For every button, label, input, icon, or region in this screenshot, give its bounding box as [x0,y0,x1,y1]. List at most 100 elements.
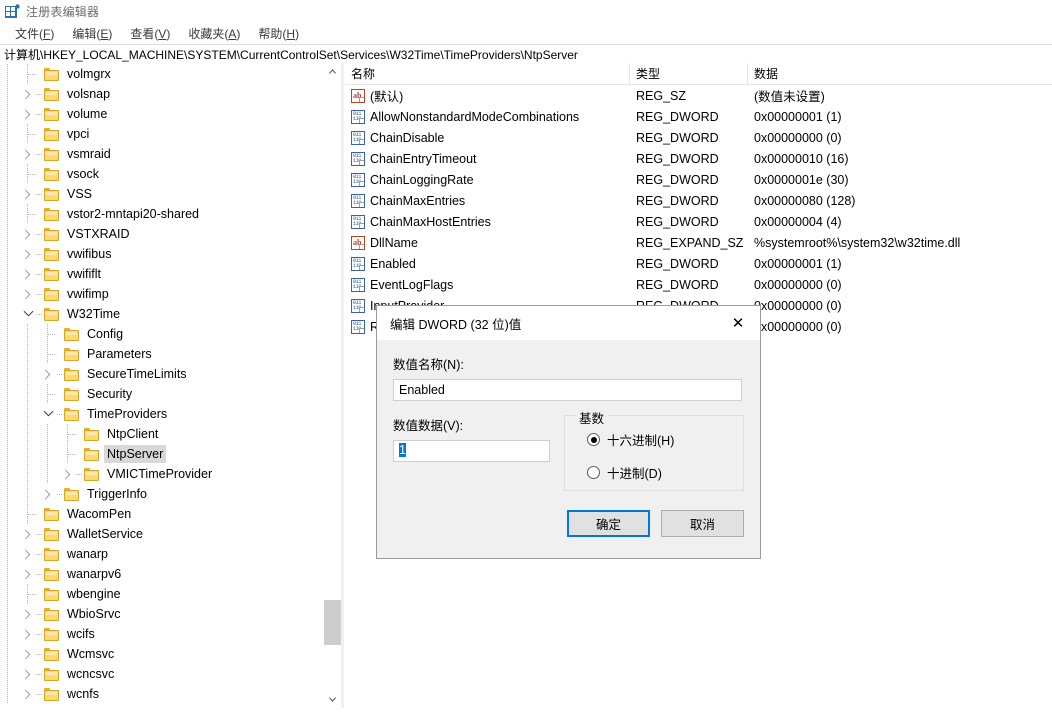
chevron-right-icon[interactable] [20,526,36,542]
tree-item-security[interactable]: Security [0,384,341,404]
tree-item-wcncsvc[interactable]: wcncsvc [0,664,341,684]
chevron-right-icon[interactable] [20,666,36,682]
tree-item-vwifibus[interactable]: vwifibus [0,244,341,264]
chevron-down-icon[interactable] [40,406,56,422]
scroll-up-arrow[interactable] [324,63,341,80]
chevron-right-icon[interactable] [20,106,36,122]
table-row[interactable]: 011 110 Enabled REG_DWORD 0x00000001 (1) [345,253,1052,274]
tree-item-ntpserver[interactable]: NtpServer [0,444,341,464]
pane-splitter[interactable] [341,63,344,708]
tree-vertical-scrollbar[interactable] [323,63,341,708]
menu-favorites[interactable]: 收藏夹(A) [179,23,249,44]
address-bar[interactable]: 计算机\HKEY_LOCAL_MACHINE\SYSTEM\CurrentCon… [0,44,1052,64]
chevron-right-icon[interactable] [20,146,36,162]
chevron-right-icon[interactable] [20,226,36,242]
tree-item-wanarp[interactable]: wanarp [0,544,341,564]
tree-item-volsnap[interactable]: volsnap [0,84,341,104]
table-row[interactable]: 011 110 ChainLoggingRate REG_DWORD 0x0000001… [345,169,1052,190]
chevron-right-icon[interactable] [20,266,36,282]
tree-item-vstor2-mntapi20-shared[interactable]: vstor2-mntapi20-shared [0,204,341,224]
registry-tree[interactable]: volmgrx volsnap volume vpci vsmraid vsock VSS v… [0,63,341,704]
tree-item-walletservice[interactable]: WalletService [0,524,341,544]
tree-item-wcnfs[interactable]: wcnfs [0,684,341,704]
chevron-right-icon[interactable] [20,86,36,102]
chevron-down-icon[interactable] [20,306,36,322]
tree-item-wcmsvc[interactable]: Wcmsvc [0,644,341,664]
scroll-down-arrow[interactable] [324,691,341,708]
tree-item-wbengine[interactable]: wbengine [0,584,341,604]
folder-icon [44,187,60,201]
tree-item-label: vsock [67,167,99,181]
tree-item-timeproviders[interactable]: TimeProviders [0,404,341,424]
value-data-input[interactable]: 1 [393,440,550,462]
tree-item-ntpclient[interactable]: NtpClient [0,424,341,444]
menu-help[interactable]: 帮助(H) [249,23,308,44]
table-row[interactable]: 011 110 ChainMaxEntries REG_DWORD 0x00000080… [345,190,1052,211]
table-row[interactable]: ab (默认) REG_SZ (数值未设置) [345,85,1052,106]
tree-item-vwififlt[interactable]: vwififlt [0,264,341,284]
tree-item-vsmraid[interactable]: vsmraid [0,144,341,164]
ok-button[interactable]: 确定 [567,510,650,537]
tree-item-vmictimeprovider[interactable]: VMICTimeProvider [0,464,341,484]
table-row[interactable]: 011 110 ChainMaxHostEntries REG_DWORD 0x0000… [345,211,1052,232]
chevron-right-icon[interactable] [20,646,36,662]
folder-icon [44,547,60,561]
tree-item-vstxraid[interactable]: VSTXRAID [0,224,341,244]
tree-item-wacompen[interactable]: WacomPen [0,504,341,524]
radio-hexadecimal[interactable]: 十六进制(H) [587,430,743,449]
close-icon[interactable]: ✕ [716,307,760,339]
table-row[interactable]: 011 110 ChainDisable REG_DWORD 0x00000000 (0… [345,127,1052,148]
chevron-right-icon[interactable] [40,486,56,502]
chevron-right-icon[interactable] [20,606,36,622]
tree-item-w32time[interactable]: W32Time [0,304,341,324]
tree-item-vss[interactable]: VSS [0,184,341,204]
menu-edit[interactable]: 编辑(E) [63,23,121,44]
tree-elbow [56,364,64,384]
chevron-right-icon[interactable] [20,286,36,302]
tree-vsb-track[interactable] [324,80,341,691]
cancel-button[interactable]: 取消 [661,510,744,537]
chevron-right-icon[interactable] [20,186,36,202]
value-name-cell: 011 110 ChainLoggingRate [345,172,630,187]
tree-item-securetimelimits[interactable]: SecureTimeLimits [0,364,341,384]
tree-item-vwifimp[interactable]: vwifimp [0,284,341,304]
tree-item-volmgrx[interactable]: volmgrx [0,64,341,84]
table-row[interactable]: ab DllName REG_EXPAND_SZ %systemroot%\syste… [345,232,1052,253]
table-row[interactable]: 011 110 ChainEntryTimeout REG_DWORD 0x000000… [345,148,1052,169]
chevron-right-icon[interactable] [20,566,36,582]
tree-item-config[interactable]: Config [0,324,341,344]
chevron-right-icon[interactable] [20,626,36,642]
tree-item-wanarpv6[interactable]: wanarpv6 [0,564,341,584]
column-header-name[interactable]: 名称 [345,63,630,84]
menu-file[interactable]: 文件(F) [6,23,63,44]
chevron-right-icon[interactable] [20,546,36,562]
chevron-right-icon[interactable] [20,246,36,262]
radio-decimal[interactable]: 十进制(D) [587,463,743,482]
folder-icon [64,487,80,501]
value-name-input[interactable] [393,379,742,401]
registry-tree-pane[interactable]: volmgrx volsnap volume vpci vsmraid vsock VSS v… [0,63,341,708]
tree-item-parameters[interactable]: Parameters [0,344,341,364]
tree-vsb-thumb[interactable] [324,600,341,645]
column-header-type[interactable]: 类型 [630,63,748,84]
column-header-data[interactable]: 数据 [748,63,1052,84]
tree-item-label: TimeProviders [87,407,168,421]
tree-item-vsock[interactable]: vsock [0,164,341,184]
chevron-right-icon[interactable] [60,466,76,482]
string-value-icon: ab [351,235,365,250]
chevron-right-icon[interactable] [20,686,36,702]
tree-item-volume[interactable]: volume [0,104,341,124]
tree-item-wbiosrvc[interactable]: WbioSrvc [0,604,341,624]
tree-item-wcifs[interactable]: wcifs [0,624,341,644]
tree-item-triggerinfo[interactable]: TriggerInfo [0,484,341,504]
folder-icon [84,447,100,461]
menu-view[interactable]: 查看(V) [121,23,179,44]
tree-item-label: Security [87,387,133,401]
table-row[interactable]: 011 110 AllowNonstandardModeCombinations RE… [345,106,1052,127]
table-row[interactable]: 011 110 EventLogFlags REG_DWORD 0x00000000 (… [345,274,1052,295]
registry-values-list[interactable]: ab (默认) REG_SZ (数值未设置) 011 110 AllowNonstandar… [345,85,1052,337]
dword-value-icon: 011 110 [351,298,365,313]
tree-item-vpci[interactable]: vpci [0,124,341,144]
chevron-right-icon[interactable] [40,366,56,382]
tree-guide [0,424,20,444]
